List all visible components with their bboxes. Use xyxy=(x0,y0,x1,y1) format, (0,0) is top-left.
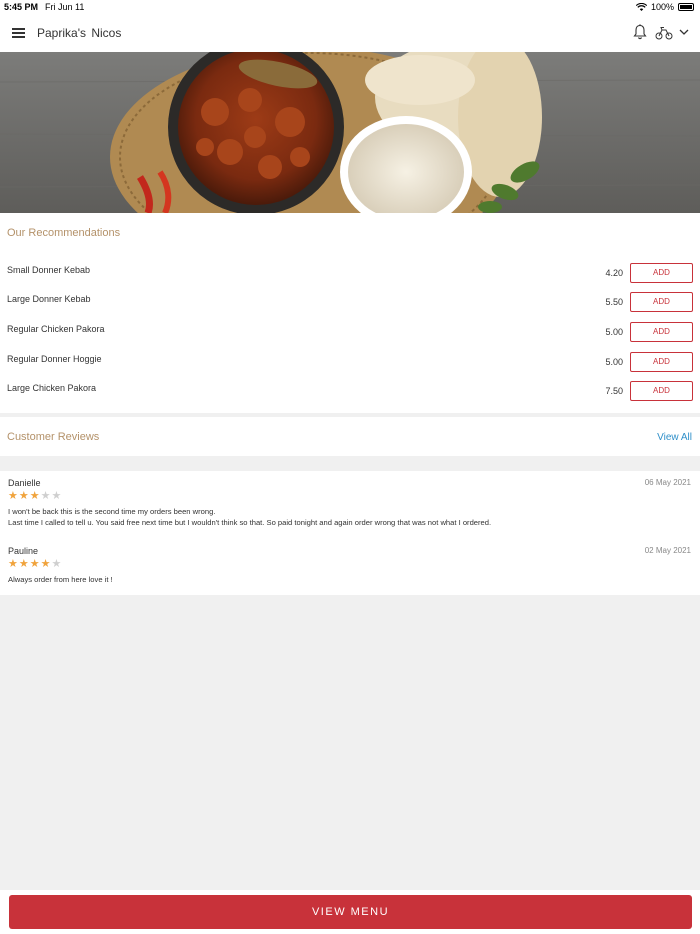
star-filled-icon: ★ xyxy=(8,558,18,570)
reviews-list: Danielle 06 May 2021 ★ ★ ★ ★ ★ I won't be ba… xyxy=(0,471,700,595)
bell-icon[interactable] xyxy=(633,24,647,40)
wifi-icon xyxy=(635,3,647,11)
star-filled-icon: ★ xyxy=(29,490,40,502)
reviews-header: Customer Reviews View All xyxy=(0,417,700,456)
menu-icon[interactable] xyxy=(12,28,25,38)
battery-percent: 100% xyxy=(650,2,674,12)
item-name: Regular Chicken Pakora xyxy=(7,324,105,334)
item-name: Large Chicken Pakora xyxy=(7,383,97,393)
add-button[interactable]: ADD xyxy=(630,263,693,283)
curry-photo xyxy=(0,52,700,213)
review-text: Always order from here love it ! xyxy=(8,575,113,584)
add-button[interactable]: ADD xyxy=(630,292,693,312)
add-button[interactable]: ADD xyxy=(630,352,693,372)
review-date: 02 May 2021 xyxy=(644,546,691,555)
star-filled-icon: ★ xyxy=(18,558,29,570)
recommendation-row: Large Donner Kebab 5.50 ADD xyxy=(0,292,700,314)
recommendations-section: Our Recommendations Small Donner Kebab 4… xyxy=(0,213,700,413)
item-price: 5.00 xyxy=(605,327,623,337)
add-button[interactable]: ADD xyxy=(630,381,693,401)
item-price: 5.00 xyxy=(605,357,623,367)
star-empty-icon: ★ xyxy=(51,558,62,570)
review-text: I won't be back this is the second time … xyxy=(8,507,492,527)
star-rating: ★ ★ ★ ★ ★ xyxy=(8,491,61,502)
hero-banner xyxy=(0,52,700,213)
recommendation-row: Regular Chicken Pakora 5.00 ADD xyxy=(0,322,700,344)
recommendation-row: Regular Donner Hoggie 5.00 ADD xyxy=(0,352,700,374)
recommendation-row: Large Chicken Pakora 7.50 ADD xyxy=(0,381,700,403)
chevron-down-icon[interactable] xyxy=(679,28,689,36)
recommendations-title: Our Recommendations xyxy=(7,227,121,239)
status-time: 5:45 PM xyxy=(4,2,39,12)
star-empty-icon: ★ xyxy=(51,490,62,502)
item-name: Regular Donner Hoggie xyxy=(7,354,102,364)
star-filled-icon: ★ xyxy=(40,558,51,570)
add-button[interactable]: ADD xyxy=(630,322,693,342)
scooter-icon[interactable] xyxy=(655,26,673,40)
bottom-bar: VIEW MENU xyxy=(0,890,700,934)
battery-icon xyxy=(678,3,694,11)
item-name: Large Donner Kebab xyxy=(7,294,91,304)
reviewer-name: Danielle xyxy=(8,478,41,488)
view-all-link[interactable]: View All xyxy=(657,432,692,443)
item-price: 7.50 xyxy=(605,386,623,396)
star-filled-icon: ★ xyxy=(8,490,18,502)
restaurant-title: Paprika's Nicos xyxy=(37,26,122,40)
reviews-title: Customer Reviews xyxy=(7,431,100,443)
reviewer-name: Pauline xyxy=(8,546,39,556)
item-name: Small Donner Kebab xyxy=(7,265,91,275)
star-rating: ★ ★ ★ ★ ★ xyxy=(8,559,61,570)
status-bar: 5:45 PM Fri Jun 11 100% xyxy=(0,0,700,14)
star-empty-icon: ★ xyxy=(40,490,51,502)
item-price: 5.50 xyxy=(605,297,623,307)
star-filled-icon: ★ xyxy=(29,558,40,570)
review-date: 06 May 2021 xyxy=(644,478,691,487)
item-price: 4.20 xyxy=(605,268,623,278)
star-filled-icon: ★ xyxy=(18,490,29,502)
recommendation-row: Small Donner Kebab 4.20 ADD xyxy=(0,263,700,285)
status-right: 100% xyxy=(635,2,694,12)
view-menu-button[interactable]: VIEW MENU xyxy=(9,895,692,929)
status-date: Fri Jun 11 xyxy=(45,2,85,12)
app-header: Paprika's Nicos xyxy=(0,14,700,52)
